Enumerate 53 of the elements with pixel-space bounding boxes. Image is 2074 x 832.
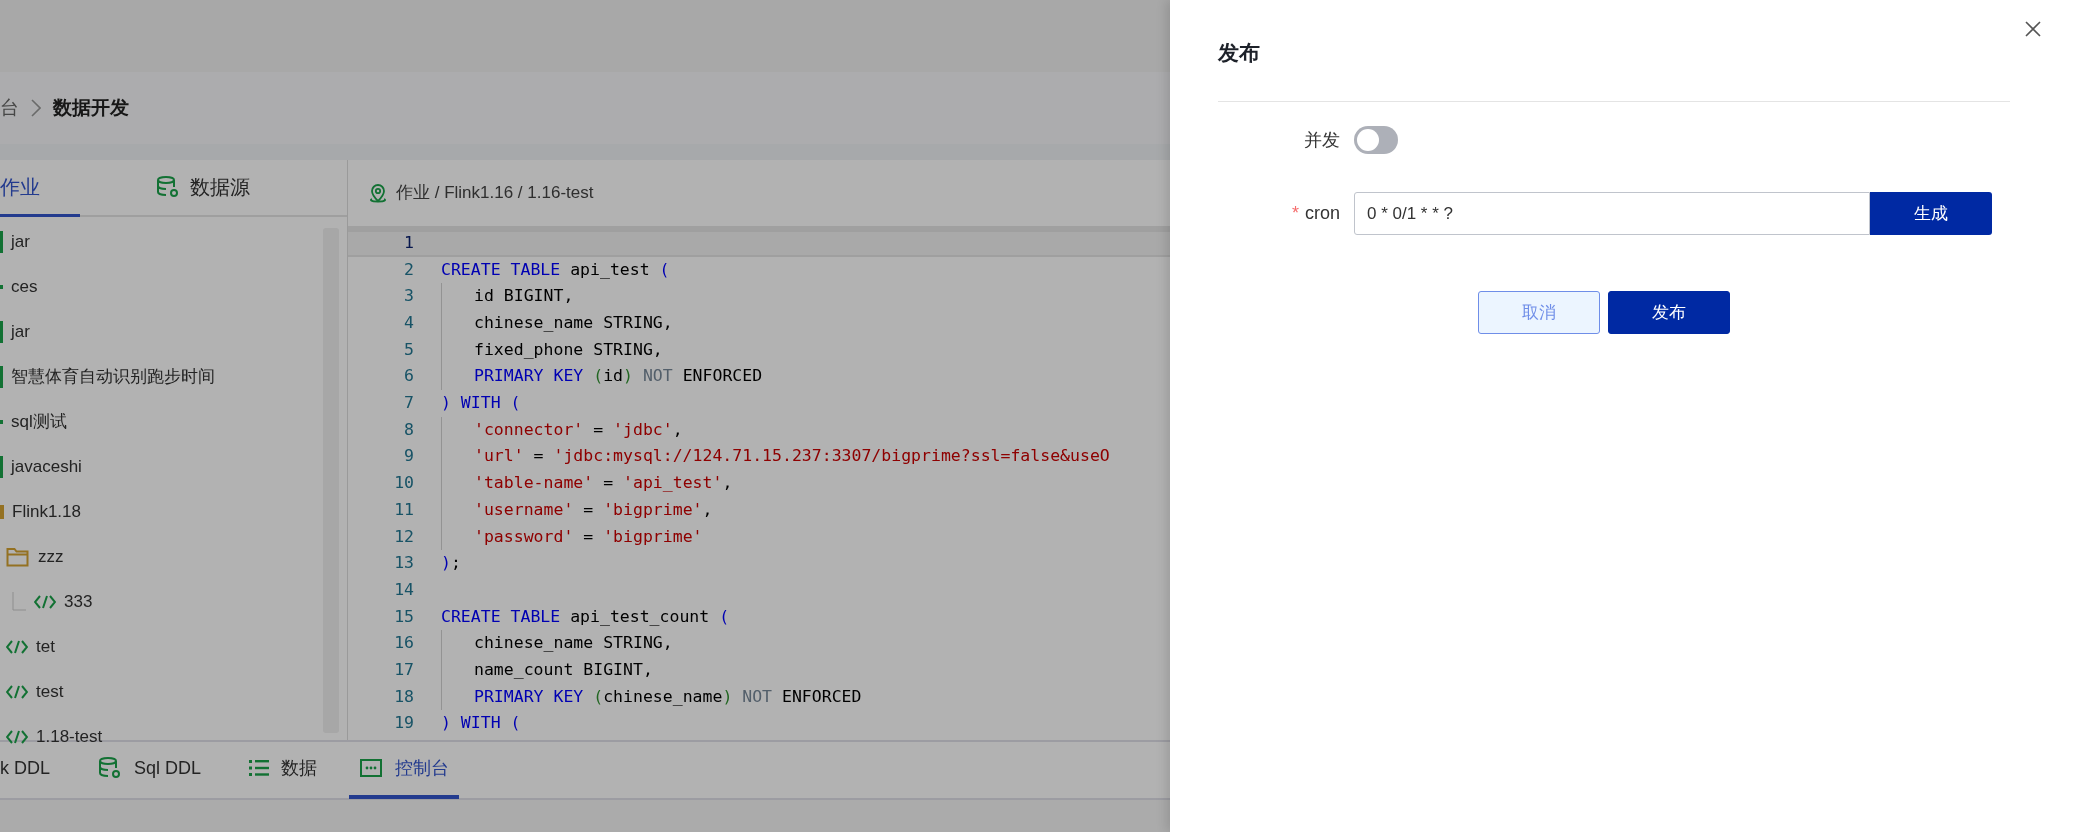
- code-line: 17 name_count BIGINT,: [348, 657, 1170, 684]
- code-line: 11 'username' = 'bigprime',: [348, 496, 1170, 524]
- code-line: 8 'connector' = 'jdbc',: [348, 416, 1170, 444]
- code-line: 2 CREATE TABLE api_test (: [403, 258, 671, 281]
- database-icon: [156, 175, 180, 199]
- drawer-title: 发布: [1218, 39, 1260, 66]
- field-label: * cron: [1290, 202, 1340, 225]
- generate-button[interactable]: 生成: [1870, 192, 1992, 235]
- code-line: 18 PRIMARY KEY (chinese_name) NOT ENFORCED: [348, 683, 1170, 711]
- folder-icon: [0, 504, 4, 519]
- code-line: 5 fixed_phone STRING,: [348, 336, 1170, 364]
- item-marker-icon: [0, 284, 3, 289]
- cron-input-field[interactable]: 0 * 0/1 * * ?: [1354, 192, 1870, 235]
- code-line: 16 chinese_name STRING,: [348, 630, 1170, 657]
- tree-line: [12, 591, 26, 612]
- location-pin-icon: [368, 182, 388, 204]
- code-line: 4 chinese_name STRING,: [348, 310, 1170, 337]
- toggle-switch[interactable]: [1354, 126, 1398, 154]
- code-line: 9 'url' = 'jdbc:mysql://124.71.15.237:3307/bigprime?ssl=false&useO: [348, 443, 1170, 471]
- database-icon: [98, 756, 122, 780]
- code-line: 6 PRIMARY KEY (id) NOT ENFORCED: [348, 363, 1170, 391]
- code-line: 3 id BIGINT,: [348, 283, 1170, 311]
- code-line: 15 CREATE TABLE api_test_count (: [393, 605, 731, 628]
- code-icon: [34, 594, 56, 609]
- panel-tab[interactable]: 数据: [239, 741, 328, 799]
- item-marker-icon: [0, 365, 3, 388]
- item-marker-icon: [0, 455, 3, 478]
- code-icon: [6, 639, 28, 654]
- folder-icon: [6, 546, 30, 567]
- publish-button[interactable]: 发布: [1608, 291, 1730, 334]
- item-marker-icon: [0, 230, 3, 253]
- sidebar-tab[interactable]: 数据源: [156, 160, 250, 217]
- code-icon: [6, 729, 28, 744]
- close-icon: [2025, 20, 2041, 37]
- file-path: 作业 / Flink1.16 / 1.16-test: [396, 182, 594, 205]
- breadcrumb-item[interactable]: 台: [0, 93, 19, 123]
- field-label: 并发: [1303, 128, 1340, 152]
- panel-tab[interactable]: Sql DDL: [88, 741, 212, 799]
- chevron-right-icon: [31, 99, 41, 117]
- sidebar-tab[interactable]: 作业: [0, 160, 80, 217]
- console-icon: [359, 758, 384, 778]
- code-line: 14: [393, 578, 415, 601]
- code-line: 19 ) WITH (: [393, 712, 522, 735]
- code-line: 13 );: [393, 552, 462, 575]
- code-icon: [6, 684, 28, 699]
- item-marker-icon: [0, 320, 3, 343]
- breadcrumb-item: 数据开发: [53, 95, 129, 120]
- code-line: 12 'password' = 'bigprime': [348, 523, 1170, 551]
- backdrop-overlay[interactable]: [0, 0, 1170, 832]
- list-icon: [249, 759, 270, 777]
- code-line: 10 'table-name' = 'api_test',: [348, 470, 1170, 497]
- code-line: 7 ) WITH (: [403, 392, 522, 415]
- item-marker-icon: [0, 419, 3, 424]
